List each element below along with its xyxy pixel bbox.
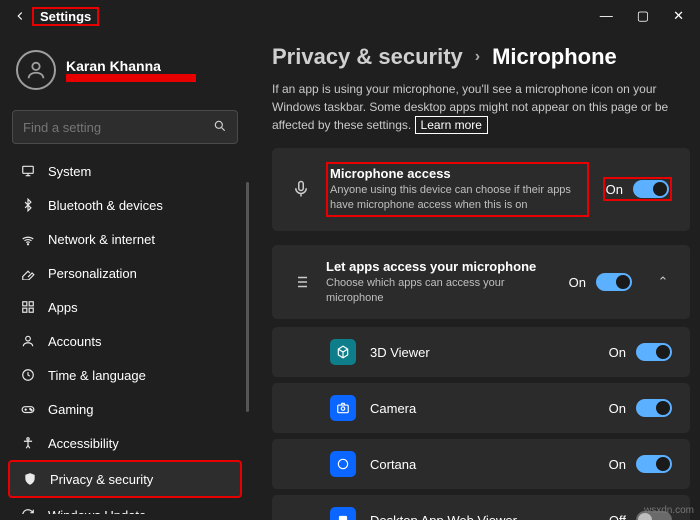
system-icon — [20, 163, 36, 179]
pers-icon — [20, 265, 36, 281]
list-icon — [290, 271, 312, 293]
breadcrumb: Privacy & security › Microphone — [272, 42, 700, 80]
let-apps-toggle[interactable] — [596, 273, 632, 291]
net-icon — [20, 231, 36, 247]
sidebar-item-acct[interactable]: Accounts — [8, 324, 242, 358]
app-row: Desktop App Web Viewer Off — [272, 495, 690, 520]
sidebar-item-net[interactable]: Network & internet — [8, 222, 242, 256]
toggle-label: On — [609, 457, 626, 472]
close-button[interactable]: ✕ — [673, 8, 684, 24]
card-subtitle: Choose which apps can access your microp… — [326, 276, 555, 306]
app-name: Desktop App Web Viewer — [370, 513, 595, 520]
app-icon — [330, 507, 356, 520]
card-subtitle: Anyone using this device can choose if t… — [330, 183, 585, 213]
user-name: Karan Khanna — [66, 58, 196, 74]
sidebar-item-label: Time & language — [48, 368, 146, 383]
sidebar-item-label: Accessibility — [48, 436, 119, 451]
sidebar-item-upd[interactable]: Windows Update — [8, 498, 242, 514]
sidebar-item-label: Accounts — [48, 334, 101, 349]
card-title: Let apps access your microphone — [326, 259, 555, 274]
back-button[interactable] — [8, 4, 32, 28]
sidebar-item-label: Privacy & security — [50, 472, 153, 487]
card-title: Microphone access — [330, 166, 585, 181]
sidebar-item-pers[interactable]: Personalization — [8, 256, 242, 290]
acc-icon — [20, 435, 36, 451]
app-toggle[interactable] — [636, 343, 672, 361]
app-icon — [330, 395, 356, 421]
maximize-button[interactable]: ▢ — [637, 8, 649, 24]
toggle-label: On — [569, 275, 586, 290]
sidebar-item-label: Gaming — [48, 402, 94, 417]
user-email-redacted — [66, 74, 196, 82]
chevron-up-icon[interactable]: ⌃ — [654, 274, 672, 290]
app-name: Camera — [370, 401, 595, 416]
upd-icon — [20, 507, 36, 514]
sidebar-item-game[interactable]: Gaming — [8, 392, 242, 426]
toggle-label: On — [609, 401, 626, 416]
page-title: Microphone — [492, 44, 617, 70]
sidebar-item-acc[interactable]: Accessibility — [8, 426, 242, 460]
sidebar-item-label: System — [48, 164, 91, 179]
watermark: wsxdn.com — [644, 505, 694, 516]
game-icon — [20, 401, 36, 417]
search-icon — [213, 119, 227, 136]
acct-icon — [20, 333, 36, 349]
app-row: Cortana On — [272, 439, 690, 489]
bt-icon — [20, 197, 36, 213]
crumb-parent[interactable]: Privacy & security — [272, 44, 463, 70]
minimize-button[interactable]: — — [600, 8, 613, 24]
time-icon — [20, 367, 36, 383]
microphone-access-card: Microphone access Anyone using this devi… — [272, 148, 690, 231]
app-name: 3D Viewer — [370, 345, 595, 360]
app-toggle[interactable] — [636, 399, 672, 417]
app-icon — [330, 339, 356, 365]
search-input[interactable] — [12, 110, 238, 144]
user-profile[interactable]: Karan Khanna — [8, 40, 242, 100]
avatar-icon — [16, 50, 56, 90]
toggle-label: Off — [609, 513, 626, 520]
toggle-label: On — [609, 345, 626, 360]
sidebar-item-apps[interactable]: Apps — [8, 290, 242, 324]
chevron-right-icon: › — [475, 48, 480, 66]
app-title: Settings — [34, 8, 97, 25]
sidebar-item-label: Windows Update — [48, 508, 146, 515]
sidebar-item-label: Network & internet — [48, 232, 155, 247]
sidebar-item-time[interactable]: Time & language — [8, 358, 242, 392]
microphone-icon — [290, 178, 312, 200]
sidebar-scrollbar[interactable] — [246, 182, 249, 412]
sidebar-item-label: Personalization — [48, 266, 137, 281]
app-row: Camera On — [272, 383, 690, 433]
sidebar-item-label: Bluetooth & devices — [48, 198, 163, 213]
microphone-access-toggle[interactable] — [633, 180, 669, 198]
learn-more-link[interactable]: Learn more — [415, 116, 488, 134]
app-row: 3D Viewer On — [272, 327, 690, 377]
priv-icon — [22, 471, 38, 487]
let-apps-card[interactable]: Let apps access your microphone Choose w… — [272, 245, 690, 320]
app-icon — [330, 451, 356, 477]
toggle-label: On — [606, 182, 623, 197]
sidebar-item-label: Apps — [48, 300, 78, 315]
sidebar-item-priv[interactable]: Privacy & security — [8, 460, 242, 498]
app-toggle[interactable] — [636, 455, 672, 473]
app-name: Cortana — [370, 457, 595, 472]
apps-icon — [20, 299, 36, 315]
sidebar-item-bt[interactable]: Bluetooth & devices — [8, 188, 242, 222]
page-description: If an app is using your microphone, you'… — [272, 80, 700, 134]
sidebar-item-system[interactable]: System — [8, 154, 242, 188]
